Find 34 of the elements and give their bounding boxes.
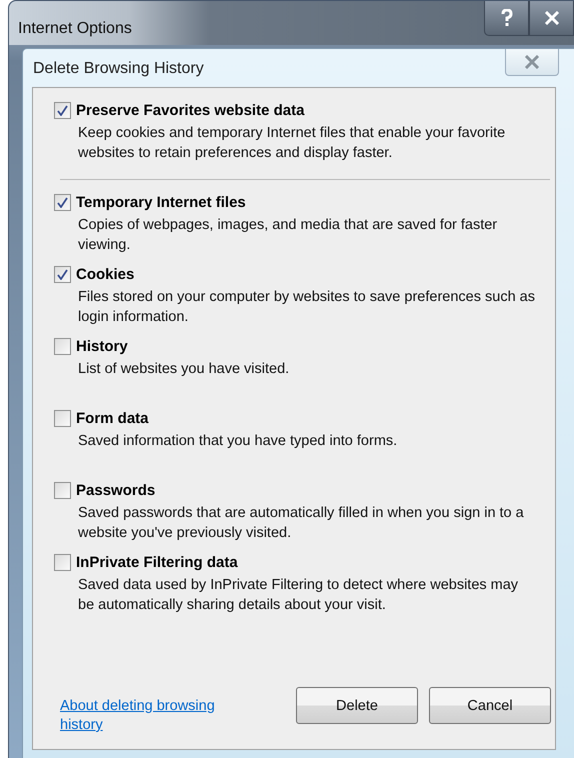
window-title: Internet Options — [17, 19, 132, 38]
check-icon — [57, 197, 68, 208]
question-mark-icon — [500, 9, 512, 27]
close-icon — [544, 11, 560, 25]
option-description: List of websites you have visited. — [78, 360, 290, 379]
checkbox[interactable] — [54, 482, 71, 499]
option-label[interactable]: Form data — [76, 410, 149, 427]
option-description: Files stored on your computer by websites to save preferences such as login information. — [78, 288, 536, 327]
close-icon — [524, 55, 540, 69]
checkbox[interactable] — [54, 266, 71, 283]
checkbox[interactable] — [54, 554, 71, 571]
option-label[interactable]: Passwords — [76, 482, 156, 499]
option-label[interactable]: InPrivate Filtering data — [76, 554, 238, 571]
checkbox[interactable] — [54, 338, 71, 355]
option-description: Saved information that you have typed into forms. — [78, 432, 398, 451]
checkbox[interactable] — [54, 194, 71, 211]
help-link[interactable]: About deleting browsing history — [60, 697, 235, 735]
option-description: Copies of webpages, images, and media that are saved for faster viewing. — [78, 216, 498, 255]
option-description: Saved data used by InPrivate Filtering to detect where websites may be automatically sharing details about your visit. — [78, 576, 520, 615]
dialog-button[interactable]: Delete — [296, 687, 418, 724]
checkbox[interactable] — [54, 102, 71, 119]
option-label[interactable]: Cookies — [76, 266, 134, 283]
option-label[interactable]: Preserve Favorites website data — [76, 102, 304, 119]
close-button[interactable] — [529, 1, 574, 36]
option-description: Keep cookies and temporary Internet files that enable your favorite websites to retain preferences and display faster. — [78, 124, 506, 163]
check-icon — [57, 105, 68, 116]
dialog-title: Delete Browsing History — [32, 59, 204, 78]
option-description: Saved passwords that are automatically filled in when you sign in to a website you've previously visited. — [78, 504, 525, 543]
dialog-button[interactable]: Cancel — [429, 687, 551, 724]
checkbox[interactable] — [54, 410, 71, 427]
help-button[interactable] — [484, 1, 529, 36]
check-icon — [57, 269, 68, 280]
option-label[interactable]: Temporary Internet files — [76, 194, 246, 211]
option-label[interactable]: History — [76, 338, 128, 355]
